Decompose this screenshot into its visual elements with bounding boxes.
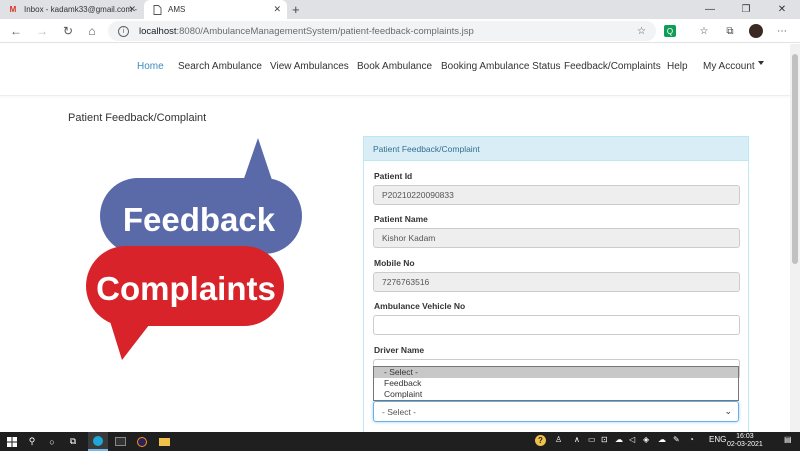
battery-icon[interactable]: ▭	[588, 435, 596, 444]
windows-start-icon[interactable]	[4, 432, 20, 451]
scroll-thumb[interactable]	[792, 54, 798, 264]
new-tab-icon[interactable]: +	[292, 2, 300, 17]
windows-taskbar: ⚲ ○ ⧉ ? ♙ ∧ ▭ ⊡ ☁ ◁ ◈ ☁ ✎ ◔ ENG 16:03 02…	[0, 432, 800, 451]
nav-search-ambulance[interactable]: Search Ambulance	[178, 61, 262, 72]
url-path: :8080/AmbulanceManagementSystem/patient-…	[176, 25, 474, 37]
task-view-icon[interactable]: ⧉	[64, 432, 82, 451]
favorite-star-icon[interactable]: ☆	[637, 26, 646, 37]
forward-icon[interactable]: →	[32, 21, 52, 41]
cloud-icon[interactable]: ☁	[658, 435, 666, 444]
restore-icon[interactable]: ❐	[728, 0, 764, 19]
tab-ams[interactable]: AMS ✕	[144, 0, 287, 19]
nav-feedback-complaints[interactable]: Feedback/Complaints	[564, 61, 661, 72]
wifi-icon[interactable]: ◔	[689, 435, 694, 444]
minimize-icon[interactable]: —	[692, 0, 728, 19]
info-icon[interactable]: i	[118, 25, 129, 37]
collections-icon[interactable]: ⧉	[722, 23, 738, 39]
nav-booking-status[interactable]: Booking Ambulance Status	[441, 61, 561, 72]
panel-title: Patient Feedback/Complaint	[364, 137, 748, 161]
file-explorer-icon[interactable]	[154, 432, 174, 451]
illustration-feedback-text: Feedback	[123, 201, 276, 238]
page-icon	[152, 4, 162, 15]
people-icon[interactable]: ♙	[555, 435, 562, 444]
browser-toolbar: ← → ↻ ⌂ i localhost:8080/AmbulanceManage…	[0, 19, 800, 43]
address-bar[interactable]: i localhost:8080/AmbulanceManagementSyst…	[108, 21, 656, 41]
type-dropdown-list[interactable]: - Select - Feedback Complaint	[373, 366, 739, 401]
more-menu-icon[interactable]: ⋯	[774, 23, 790, 39]
home-icon[interactable]: ⌂	[82, 21, 102, 41]
tab-title: AMS	[168, 5, 186, 14]
pen-icon[interactable]: ✎	[673, 435, 680, 444]
patient-id-label: Patient Id	[374, 171, 413, 181]
nav-my-account[interactable]: My Account	[703, 61, 764, 72]
close-icon[interactable]: ✕	[273, 4, 281, 15]
chevron-down-icon: ⌄	[724, 406, 732, 416]
back-icon[interactable]: ←	[6, 21, 26, 41]
my-account-label: My Account	[703, 61, 755, 72]
search-icon[interactable]: ⚲	[24, 432, 40, 451]
type-select-value: - Select -	[382, 406, 417, 417]
nav-view-ambulances[interactable]: View Ambulances	[270, 61, 349, 72]
eclipse-icon[interactable]	[132, 432, 152, 451]
feedback-complaints-illustration: Feedback Complaints	[86, 138, 302, 360]
mobile-no-label: Mobile No	[374, 258, 415, 268]
illustration-complaints-text: Complaints	[96, 270, 276, 307]
driver-name-label: Driver Name	[374, 345, 425, 355]
notifications-icon[interactable]: ▤	[784, 435, 792, 444]
reload-icon[interactable]: ↻	[58, 21, 78, 41]
tab-title: Inbox - kadamk33@gmail.com -	[24, 5, 138, 14]
page-title: Patient Feedback/Complaint	[68, 112, 207, 124]
vehicle-no-field[interactable]	[373, 315, 740, 335]
edge-browser-icon[interactable]	[88, 432, 108, 451]
site-navbar: Home Search Ambulance View Ambulances Bo…	[0, 44, 790, 96]
page-scrollbar[interactable]	[790, 44, 800, 432]
url-host: localhost	[139, 25, 177, 37]
nav-help[interactable]: Help	[667, 61, 688, 72]
type-select[interactable]: - Select - ⌄	[373, 401, 739, 422]
nav-book-ambulance[interactable]: Book Ambulance	[357, 61, 432, 72]
favorites-icon[interactable]: ☆	[696, 23, 712, 39]
volume-icon[interactable]: ◁	[629, 435, 635, 444]
language-indicator[interactable]: ENG	[709, 435, 726, 444]
close-icon[interactable]: ✕	[128, 4, 136, 15]
terminal-icon[interactable]	[110, 432, 130, 451]
clock-date: 02-03-2021	[727, 441, 763, 448]
nav-home[interactable]: Home	[137, 61, 164, 72]
tab-gmail[interactable]: M Inbox - kadamk33@gmail.com - ✕	[0, 0, 142, 19]
close-window-icon[interactable]: ✕	[764, 0, 800, 19]
patient-name-label: Patient Name	[374, 214, 428, 224]
patient-id-field[interactable]: P20210220090833	[373, 185, 740, 205]
option-feedback[interactable]: Feedback	[374, 378, 738, 389]
extension-icon[interactable]: Q	[664, 25, 676, 37]
clock-time: 16:03	[736, 433, 754, 440]
cortana-icon[interactable]: ○	[44, 432, 60, 451]
onedrive-icon[interactable]: ☁	[615, 435, 623, 444]
avatar[interactable]	[748, 23, 764, 39]
dropbox-icon[interactable]: ◈	[643, 435, 649, 444]
network-icon[interactable]: ⊡	[601, 435, 608, 444]
help-icon[interactable]: ?	[535, 435, 546, 446]
browser-tab-strip: M Inbox - kadamk33@gmail.com - ✕ AMS ✕ +…	[0, 0, 800, 19]
option-select[interactable]: - Select -	[374, 367, 738, 378]
option-complaint[interactable]: Complaint	[374, 389, 738, 400]
clock[interactable]: 16:03 02-03-2021	[727, 433, 763, 449]
mobile-no-field[interactable]: 7276763516	[373, 272, 740, 292]
caret-down-icon	[757, 61, 764, 65]
vehicle-no-label: Ambulance Vehicle No	[374, 301, 466, 311]
gmail-icon: M	[9, 5, 17, 14]
patient-name-field[interactable]: Kishor Kadam	[373, 228, 740, 248]
chevron-up-icon[interactable]: ∧	[574, 435, 580, 444]
